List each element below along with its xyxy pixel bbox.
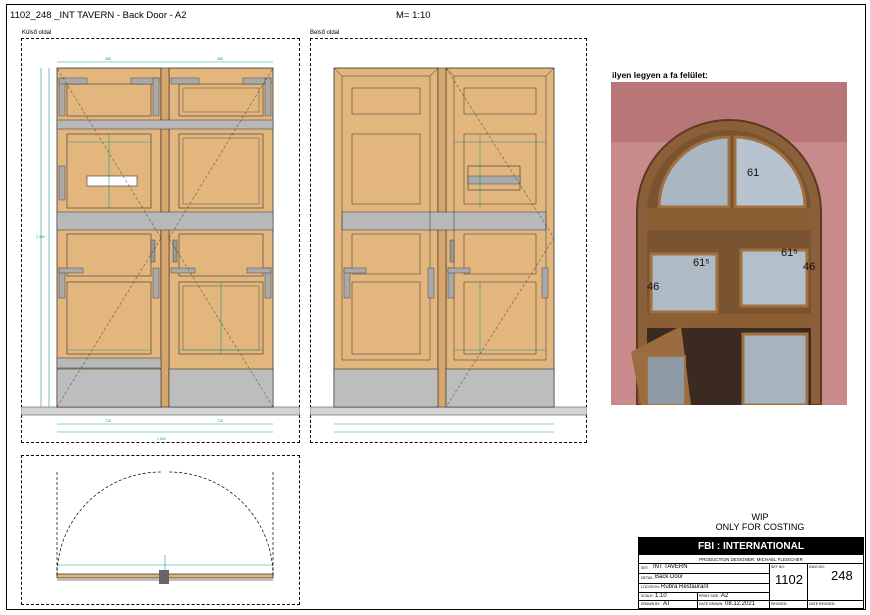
reference-photo: 61 61⁵ 61⁵ 46 46 (611, 82, 847, 405)
production-designer: PRODUCTION DESIGNER: MICHAEL FLEISCHER (699, 557, 803, 562)
photo-mark-61: 61 (747, 167, 759, 179)
drawn-by-label: DRAWN BY: (641, 602, 661, 606)
left-kickplate (56, 368, 162, 408)
drawn-by-value: AT (663, 601, 671, 607)
right-handle (172, 239, 178, 263)
wip-line-2: ONLY FOR COSTING (715, 522, 805, 532)
inner-view-label: Belső oldal (310, 30, 340, 36)
dwg-no-value: 248 (831, 568, 853, 583)
title-block: FBI : INTERNATIONAL PRODUCTION DESIGNER:… (638, 537, 864, 609)
right-leaf (168, 67, 274, 408)
svg-text:488: 488 (105, 57, 111, 61)
left-handle (150, 239, 156, 263)
svg-text:726: 726 (105, 419, 111, 423)
dwg-no-label: DWG NO: (809, 565, 825, 569)
date-drawn-label: DATE DRAWN: (699, 602, 724, 606)
outer-view-label: Külső oldal (22, 30, 52, 36)
company-name: FBI : INTERNATIONAL (639, 538, 863, 555)
date-drawn-value: 08.12.2021 (725, 601, 756, 607)
plan-center-post (159, 570, 169, 584)
photo-mark-46-right: 46 (803, 261, 815, 273)
svg-text:488: 488 (217, 57, 223, 61)
photo-mark-46-left: 46 (647, 281, 659, 293)
location-value: Rubra Restaurant (661, 584, 709, 590)
door-plan-view (56, 471, 274, 584)
date-revised-label: DATE REVISED: (809, 602, 836, 606)
meeting-stile (160, 67, 170, 408)
floor-line (21, 406, 300, 416)
detail-label: DETAIL: (641, 576, 654, 580)
set-value: INT TAVERN (653, 564, 688, 570)
set-no-value: 1102 (775, 572, 803, 587)
set-label: SET: (641, 566, 649, 570)
photo-mark-61-5-left: 61⁵ (693, 257, 710, 269)
set-no-label: SET NO: (771, 565, 785, 569)
photo-caption: ilyen legyen a fa felület: (612, 70, 708, 80)
outer-door-elevation: 488 488 726 726 1 500 2 380 (21, 57, 300, 441)
print-size-label: PRINT SIZE: (699, 594, 720, 598)
mail-slot (86, 175, 138, 187)
scale-value: 1:10 (655, 593, 667, 599)
location-label: LOCATION: (641, 585, 660, 589)
photo-mark-61-5-right: 61⁵ (781, 247, 798, 259)
svg-text:726: 726 (217, 419, 223, 423)
left-leaf (56, 67, 162, 408)
right-kickplate (168, 368, 274, 408)
revised-label: REVISED: (771, 602, 788, 606)
bottom-rail (56, 357, 162, 369)
wip-note: WIP ONLY FOR COSTING (690, 512, 830, 532)
sheet-scale: M= 1:10 (396, 10, 431, 21)
svg-text:2 380: 2 380 (36, 235, 45, 239)
inner-door-elevation (310, 67, 587, 433)
print-size-value: A2 (721, 593, 729, 599)
svg-text:1 500: 1 500 (157, 437, 166, 441)
wip-line-1: WIP (751, 512, 769, 522)
detail-value: Back Door (655, 574, 684, 580)
lock-rail (56, 211, 274, 231)
scale-label: SCALE: (641, 594, 654, 598)
sheet-title: 1102_248 _INT TAVERN - Back Door - A2 (10, 10, 187, 21)
